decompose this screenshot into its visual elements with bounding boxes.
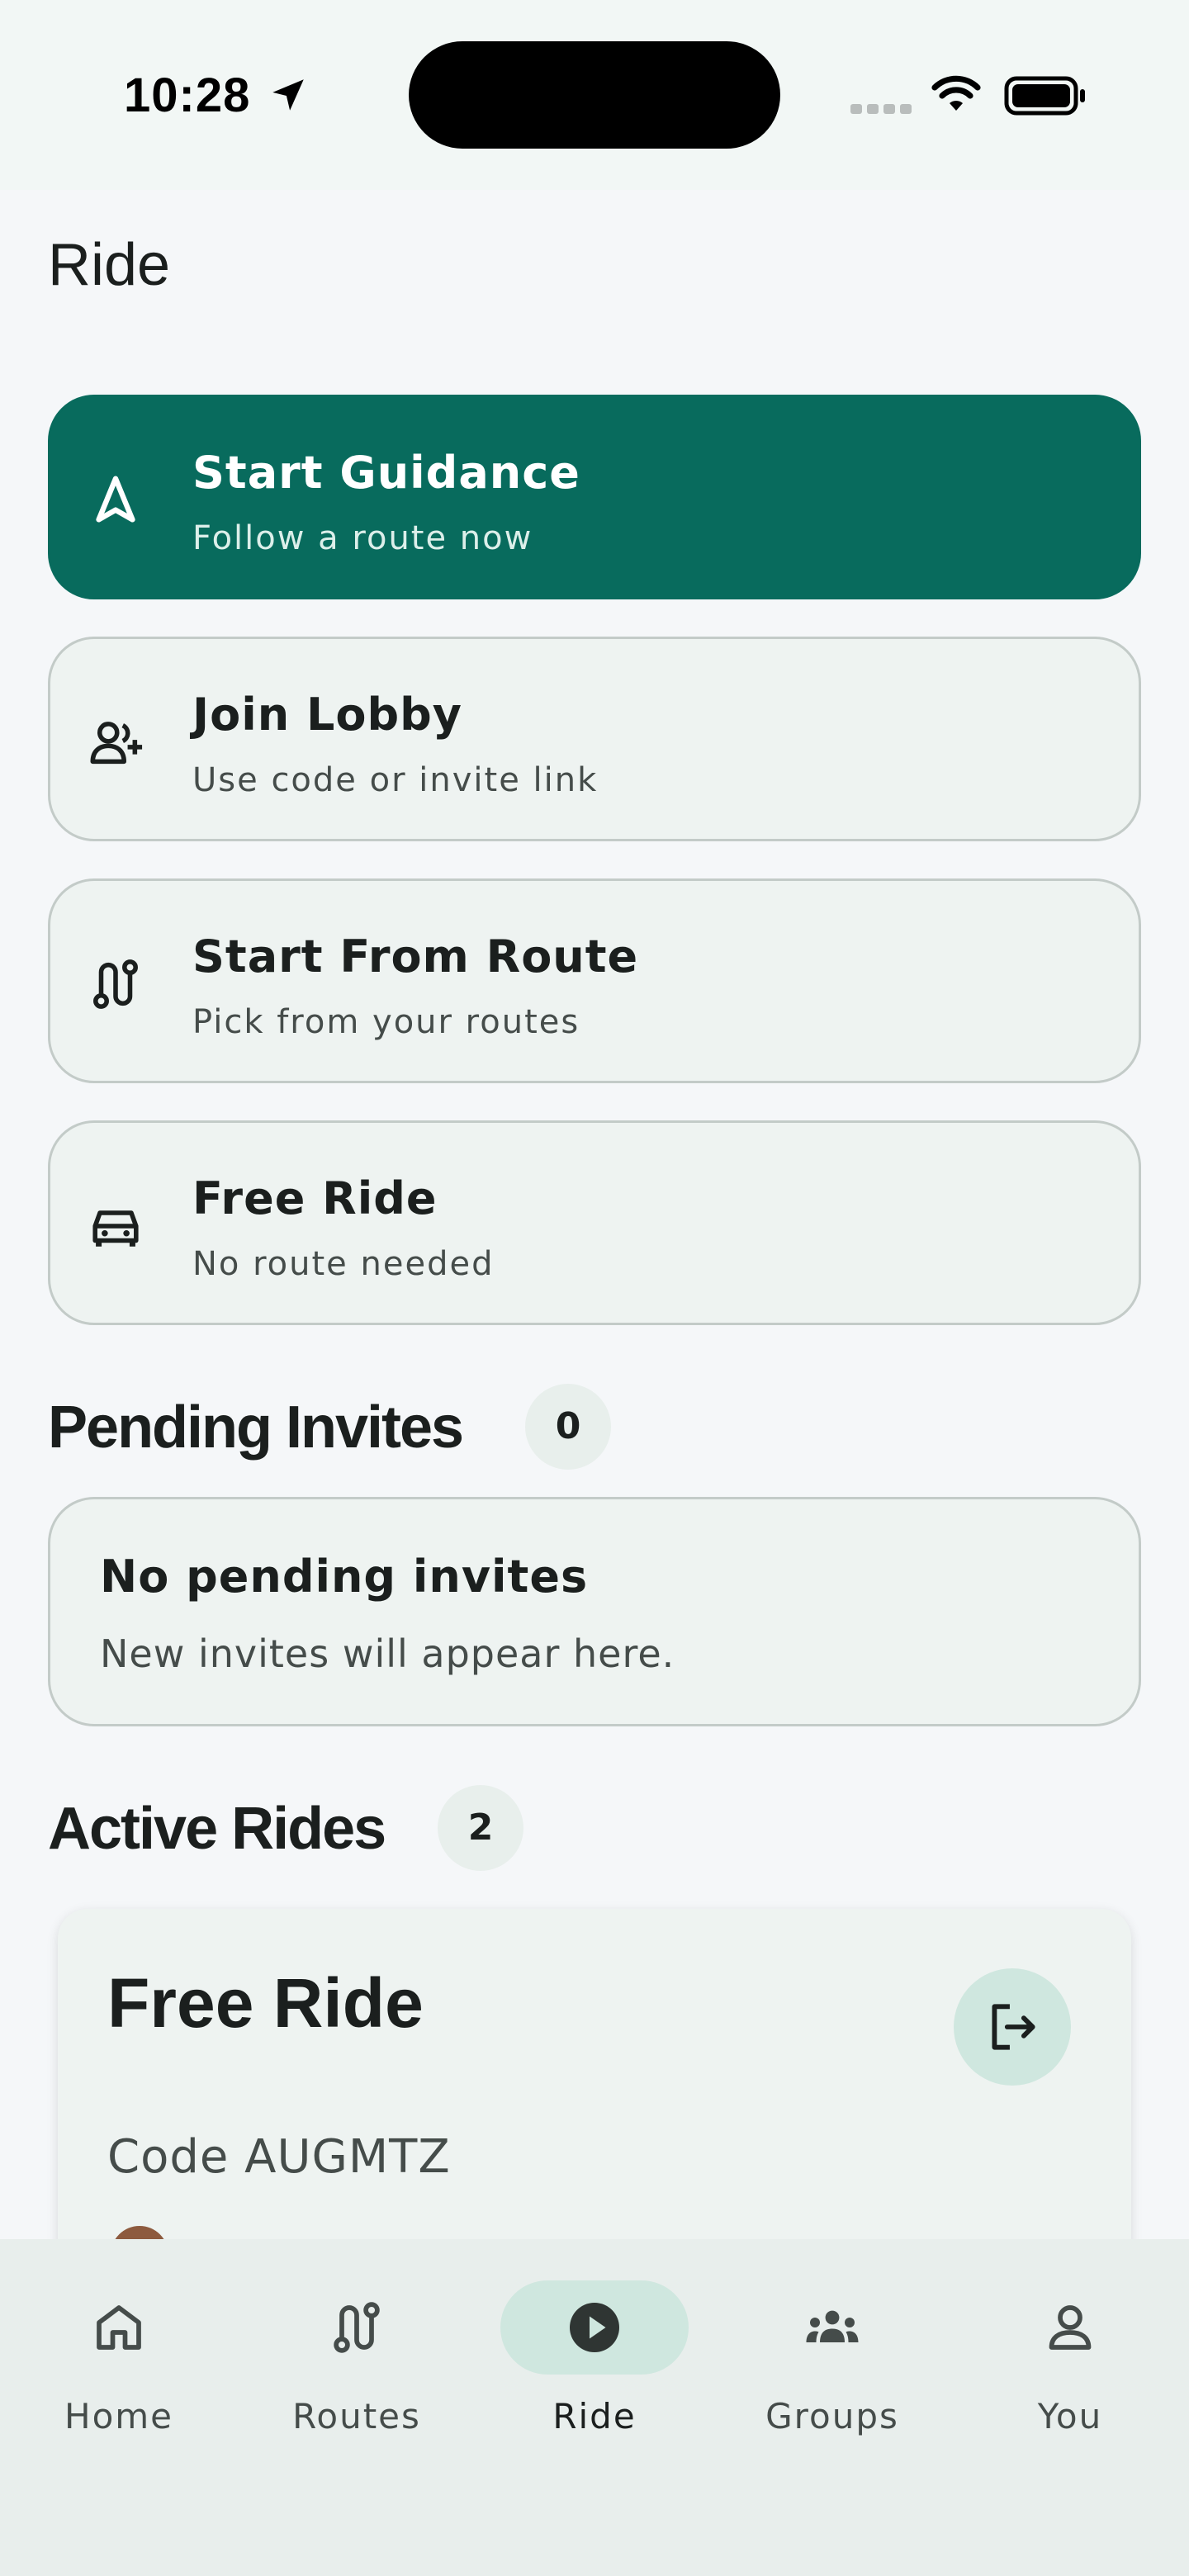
status-bar: 10:28 [0, 0, 1189, 190]
empty-state-title: No pending invites [100, 1551, 589, 1603]
start-from-route-button[interactable]: Start From Route Pick from your routes [48, 878, 1141, 1083]
location-arrow-icon [272, 79, 304, 111]
car-icon [92, 1210, 139, 1247]
start-guidance-title: Start Guidance [192, 447, 580, 499]
ride-title: Free Ride [107, 1964, 424, 2042]
home-icon [97, 2305, 141, 2350]
status-time: 10:28 [124, 69, 251, 122]
page-title: Ride [48, 232, 171, 298]
free-ride-button[interactable]: Free Ride No route needed [48, 1120, 1141, 1325]
active-rides-heading: Active Rides [48, 1796, 386, 1862]
wifi-icon [931, 75, 981, 111]
nav-item-you[interactable]: You [963, 2280, 1177, 2446]
bottom-navigation: Home Routes Ride Groups You [0, 2239, 1189, 2576]
pending-invites-heading: Pending Invites [48, 1395, 464, 1461]
navigation-arrow-icon [96, 476, 135, 523]
leave-icon [992, 2004, 1035, 2050]
nav-item-home[interactable]: Home [12, 2280, 226, 2446]
join-lobby-button[interactable]: Join Lobby Use code or invite link [48, 637, 1141, 841]
person-icon [1049, 2305, 1092, 2350]
start-guidance-subtitle: Follow a route now [192, 519, 533, 557]
nav-label-ride: Ride [552, 2396, 637, 2436]
pending-invites-count: 0 [525, 1384, 611, 1470]
nav-label-routes: Routes [292, 2396, 421, 2436]
nav-item-routes[interactable]: Routes [249, 2280, 464, 2446]
battery-icon [1004, 76, 1085, 116]
signal-icon [850, 104, 912, 114]
join-lobby-subtitle: Use code or invite link [192, 761, 599, 799]
route-icon [93, 959, 138, 1009]
add-user-icon [90, 722, 143, 765]
pending-invites-empty-card: No pending invites New invites will appe… [48, 1497, 1141, 1726]
leave-ride-button[interactable] [954, 1968, 1071, 2086]
start-from-route-subtitle: Pick from your routes [192, 1003, 580, 1041]
ride-code: Code AUGMTZ [107, 2130, 451, 2184]
nav-label-you: You [1037, 2396, 1103, 2436]
nav-label-home: Home [64, 2396, 174, 2436]
start-guidance-button[interactable]: Start Guidance Follow a route now [48, 395, 1141, 599]
start-from-route-title: Start From Route [192, 930, 639, 983]
nav-label-groups: Groups [765, 2396, 899, 2436]
empty-state-subtitle: New invites will appear here. [100, 1631, 675, 1676]
route-icon [334, 2302, 380, 2353]
nav-item-ride[interactable]: Ride [487, 2280, 702, 2446]
dynamic-island [409, 41, 780, 149]
free-ride-title: Free Ride [192, 1172, 438, 1224]
active-rides-count: 2 [438, 1785, 523, 1871]
nav-item-groups[interactable]: Groups [725, 2280, 940, 2446]
join-lobby-title: Join Lobby [192, 689, 462, 741]
play-icon [570, 2303, 619, 2352]
free-ride-subtitle: No route needed [192, 1245, 495, 1283]
groups-icon [806, 2310, 859, 2342]
